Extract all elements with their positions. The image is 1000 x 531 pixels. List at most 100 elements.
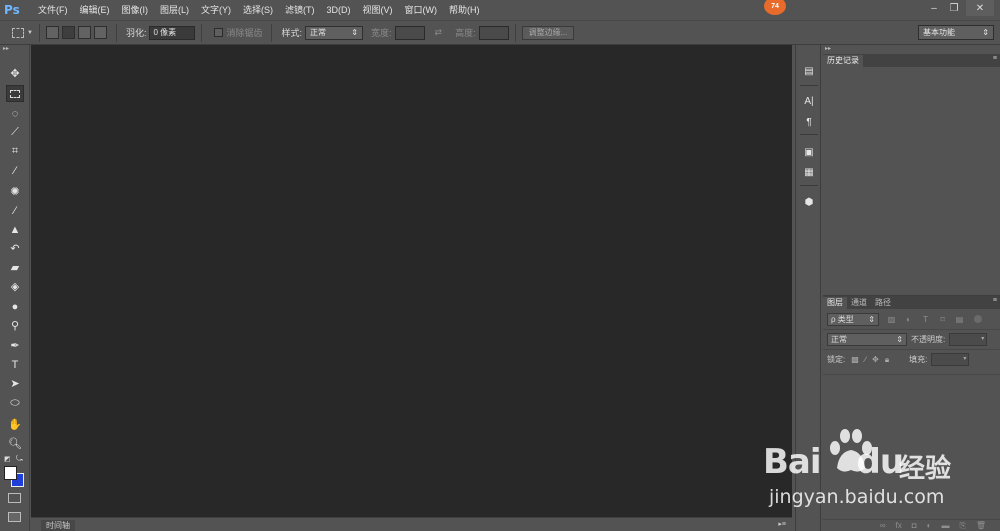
hand-tool-icon[interactable]: ✋ bbox=[6, 416, 24, 433]
lock-all-icon[interactable]: 🔒︎ bbox=[885, 355, 889, 365]
foreground-color-swatch[interactable] bbox=[4, 466, 17, 480]
height-input[interactable] bbox=[478, 25, 509, 40]
swap-colors-icon[interactable]: ⤿ bbox=[16, 454, 23, 464]
collapse-icon[interactable]: ▸▸ bbox=[0, 45, 29, 53]
panel-menu-icon[interactable]: ▸≡ bbox=[778, 520, 786, 528]
character-icon[interactable]: A| bbox=[801, 93, 817, 109]
adjustment-filter-icon[interactable]: ◐ bbox=[904, 315, 913, 324]
layer-filter-select[interactable]: ρ 类型 ⇕ bbox=[827, 312, 879, 326]
style-value: 正常 bbox=[310, 27, 326, 37]
tab-layers[interactable]: 图层 bbox=[823, 297, 847, 309]
type-tool-icon[interactable]: T bbox=[6, 356, 24, 373]
paint-bucket-tool-icon[interactable]: ◈ bbox=[6, 278, 24, 295]
trash-icon[interactable]: 🗑︎ bbox=[976, 521, 986, 530]
move-tool-icon[interactable]: ✥ bbox=[6, 65, 24, 82]
add-to-selection-button[interactable] bbox=[61, 26, 75, 39]
dodge-tool-icon[interactable]: ⚲ bbox=[6, 317, 24, 334]
timeline-tab[interactable]: 时间轴 bbox=[41, 520, 75, 531]
antialias-checkbox[interactable] bbox=[214, 28, 224, 37]
menu-type[interactable]: 文字(Y) bbox=[195, 0, 237, 20]
group-folder-icon[interactable]: ▬ bbox=[941, 521, 949, 530]
eyedropper-tool-icon[interactable]: ⁄ bbox=[6, 162, 24, 179]
divider bbox=[271, 23, 273, 42]
width-input[interactable] bbox=[394, 25, 425, 40]
menu-select[interactable]: 选择(S) bbox=[237, 0, 279, 20]
zoom-tool-icon[interactable]: 🔍︎ bbox=[6, 435, 24, 452]
quick-mask-icon[interactable] bbox=[8, 493, 21, 503]
lock-transparent-icon[interactable]: ▩ bbox=[851, 355, 859, 364]
quick-select-tool-icon[interactable]: ⟋ bbox=[6, 124, 24, 141]
close-button[interactable]: ✕ bbox=[966, 0, 994, 16]
updown-icon: ⇕ bbox=[982, 28, 989, 37]
path-select-tool-icon[interactable]: ➤ bbox=[6, 375, 24, 392]
opacity-input[interactable]: ▾ bbox=[949, 333, 988, 346]
chevron-down-icon[interactable]: ▼ bbox=[27, 30, 33, 36]
pen-tool-icon[interactable]: ✒ bbox=[6, 337, 24, 354]
minimize-button[interactable]: – bbox=[924, 0, 944, 16]
3d-cube-icon[interactable]: ⬢ bbox=[801, 194, 817, 210]
shape-filter-icon[interactable]: ⌑ bbox=[938, 315, 947, 324]
menu-edit[interactable]: 编辑(E) bbox=[74, 0, 116, 20]
refine-edge-button[interactable]: 调整边缘... bbox=[521, 25, 575, 40]
link-layers-icon[interactable]: ∞ bbox=[880, 521, 886, 530]
collapse-icon[interactable]: ▸▸ bbox=[823, 45, 1000, 54]
workspace-select[interactable]: 基本功能 ⇕ bbox=[918, 25, 994, 40]
layer-style-icon[interactable]: fx bbox=[896, 521, 902, 530]
paragraph-icon[interactable]: ¶ bbox=[801, 114, 817, 130]
tab-paths[interactable]: 路径 bbox=[871, 297, 895, 309]
subtract-selection-button[interactable] bbox=[77, 26, 91, 39]
intersect-selection-button[interactable] bbox=[93, 26, 107, 39]
eraser-tool-icon[interactable]: ▰ bbox=[6, 259, 24, 276]
layers-panel-header: 图层 通道 路径 ≡ bbox=[823, 296, 1000, 309]
fill-input[interactable]: ▾ bbox=[931, 353, 970, 366]
jingyan-brand-text: 经验 bbox=[899, 453, 952, 483]
clone-source-icon[interactable]: ▣ bbox=[801, 144, 817, 160]
restore-button[interactable]: ❐ bbox=[944, 0, 964, 16]
blend-mode-select[interactable]: 正常 ⇕ bbox=[827, 333, 907, 346]
adjustments-icon[interactable]: ▤ bbox=[801, 63, 817, 79]
menu-help[interactable]: 帮助(H) bbox=[443, 0, 486, 20]
default-colors-icon[interactable]: ◩ bbox=[4, 455, 11, 463]
clone-stamp-tool-icon[interactable]: ▲ bbox=[6, 221, 24, 238]
menu-view[interactable]: 视图(V) bbox=[357, 0, 399, 20]
crop-tool-icon[interactable]: ⌗ bbox=[6, 143, 24, 160]
healing-brush-tool-icon[interactable]: ✺ bbox=[6, 183, 24, 200]
feather-input[interactable]: 0 像素 bbox=[149, 25, 196, 40]
menu-layer[interactable]: 图层(L) bbox=[154, 0, 195, 20]
blur-tool-icon[interactable]: ● bbox=[6, 298, 24, 315]
filter-toggle[interactable] bbox=[974, 315, 982, 323]
tab-channels[interactable]: 通道 bbox=[847, 297, 871, 309]
divider bbox=[800, 85, 818, 86]
menu-3d[interactable]: 3D(D) bbox=[321, 0, 357, 20]
divider bbox=[800, 134, 818, 135]
notes-icon[interactable]: ▦ bbox=[801, 164, 817, 180]
brush-tool-icon[interactable]: ∕ bbox=[6, 202, 24, 219]
smart-object-filter-icon[interactable]: ▤ bbox=[955, 315, 964, 324]
menu-window[interactable]: 窗口(W) bbox=[399, 0, 444, 20]
lasso-tool-icon[interactable]: ◌ bbox=[6, 105, 24, 122]
new-selection-button[interactable] bbox=[45, 26, 59, 39]
panel-menu-icon[interactable]: ≡ bbox=[993, 297, 997, 304]
lock-position-icon[interactable]: ✥ bbox=[872, 355, 879, 364]
menu-file[interactable]: 文件(F) bbox=[32, 0, 74, 20]
pixel-filter-icon[interactable]: ▨ bbox=[887, 315, 896, 324]
ellipse-tool-icon[interactable]: ⬭ bbox=[6, 395, 24, 412]
document-canvas-area[interactable] bbox=[31, 45, 792, 517]
adjustment-layer-icon[interactable]: ◐ bbox=[927, 521, 932, 530]
history-brush-tool-icon[interactable]: ↶ bbox=[6, 240, 24, 257]
marquee-preset-icon[interactable] bbox=[12, 27, 24, 38]
new-layer-icon[interactable]: ⎘ bbox=[959, 521, 965, 531]
lock-brush-icon[interactable]: ∕ bbox=[865, 355, 866, 364]
screen-mode-icon[interactable] bbox=[8, 512, 21, 522]
tab-history[interactable]: 历史记录 bbox=[823, 55, 863, 67]
workspace-value: 基本功能 bbox=[923, 28, 955, 37]
panel-menu-icon[interactable]: ≡ bbox=[993, 55, 997, 62]
swap-icon[interactable]: ⇄ bbox=[435, 27, 443, 38]
history-list[interactable] bbox=[823, 67, 1000, 324]
menu-image[interactable]: 图像(I) bbox=[116, 0, 155, 20]
style-select[interactable]: 正常 ⇕ bbox=[305, 25, 363, 40]
type-filter-icon[interactable]: T bbox=[921, 315, 930, 324]
rect-marquee-tool-icon[interactable] bbox=[6, 85, 24, 102]
menu-filter[interactable]: 滤镜(T) bbox=[279, 0, 321, 20]
layer-mask-icon[interactable]: ◘ bbox=[912, 521, 917, 530]
